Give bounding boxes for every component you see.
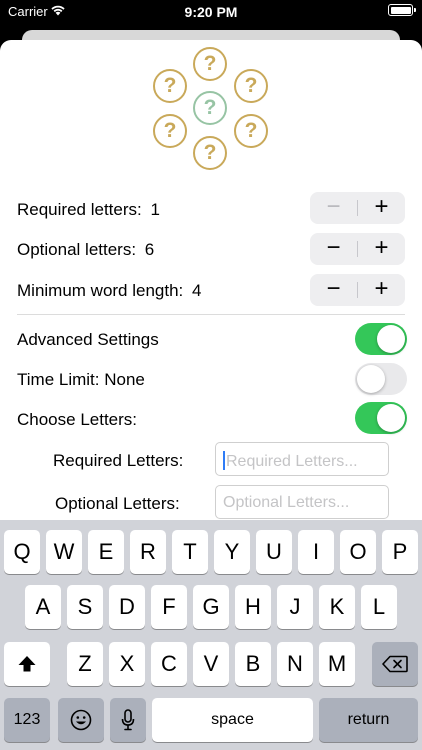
status-bar: Carrier 9:20 PM xyxy=(0,0,422,24)
key-z[interactable]: Z xyxy=(67,642,103,686)
microphone-icon xyxy=(121,709,135,731)
key-j[interactable]: J xyxy=(277,585,313,629)
letter-slot-top: ? xyxy=(193,47,227,81)
key-t[interactable]: T xyxy=(172,530,208,574)
required-letters-increment-button[interactable]: + xyxy=(358,192,405,224)
shift-icon xyxy=(18,656,36,672)
required-letters-label: Required letters: xyxy=(17,200,142,219)
letter-slot-lower-left: ? xyxy=(153,114,187,148)
section-divider xyxy=(17,314,405,315)
key-m[interactable]: M xyxy=(319,642,355,686)
key-v[interactable]: V xyxy=(193,642,229,686)
required-letters-decrement-button[interactable]: − xyxy=(310,192,357,224)
numbers-key[interactable]: 123 xyxy=(4,698,50,742)
min-word-length-value: 4 xyxy=(192,281,202,300)
key-l[interactable]: L xyxy=(361,585,397,629)
return-key[interactable]: return xyxy=(319,698,418,742)
optional-letters-stepper: − + xyxy=(310,233,405,265)
advanced-settings-toggle[interactable] xyxy=(355,323,407,355)
letter-slot-upper-right: ? xyxy=(234,69,268,103)
min-word-length-row: Minimum word length: 4 xyxy=(17,281,201,301)
min-word-length-label: Minimum word length: xyxy=(17,281,184,300)
choose-letters-toggle[interactable] xyxy=(355,402,407,434)
backspace-icon xyxy=(382,655,408,673)
min-word-length-stepper: − + xyxy=(310,274,405,306)
emoji-key[interactable] xyxy=(58,698,104,742)
dictation-key[interactable] xyxy=(110,698,146,742)
choose-letters-label: Choose Letters: xyxy=(17,410,138,429)
key-h[interactable]: H xyxy=(235,585,271,629)
key-w[interactable]: W xyxy=(46,530,82,574)
key-q[interactable]: Q xyxy=(4,530,40,574)
optional-letters-field-label: Optional Letters: xyxy=(55,494,180,513)
optional-letters-decrement-button[interactable]: − xyxy=(310,233,357,265)
key-g[interactable]: G xyxy=(193,585,229,629)
key-k[interactable]: K xyxy=(319,585,355,629)
key-x[interactable]: X xyxy=(109,642,145,686)
toggle-knob xyxy=(377,325,405,353)
letter-slot-lower-right: ? xyxy=(234,114,268,148)
time-limit-label: Time Limit: None xyxy=(17,370,145,389)
required-letters-field-label: Required Letters: xyxy=(53,451,184,470)
battery-icon xyxy=(388,4,416,16)
settings-sheet: ? ? ? ? ? ? ? Required letters: 1 − + Op… xyxy=(0,40,422,520)
key-p[interactable]: P xyxy=(382,530,418,574)
shift-key[interactable] xyxy=(4,642,50,686)
letter-slot-upper-left: ? xyxy=(153,69,187,103)
key-r[interactable]: R xyxy=(130,530,166,574)
optional-letters-increment-button[interactable]: + xyxy=(358,233,405,265)
advanced-settings-label: Advanced Settings xyxy=(17,330,159,349)
toggle-knob xyxy=(357,365,385,393)
toggle-knob xyxy=(377,404,405,432)
delete-key[interactable] xyxy=(372,642,418,686)
required-letters-row: Required letters: 1 xyxy=(17,200,160,220)
optional-letters-value: 6 xyxy=(144,240,155,259)
optional-letters-label: Optional letters: xyxy=(17,240,137,259)
key-d[interactable]: D xyxy=(109,585,145,629)
emoji-icon xyxy=(70,709,92,731)
text-cursor xyxy=(223,451,225,470)
optional-letters-row: Optional letters: 6 xyxy=(17,240,154,260)
key-f[interactable]: F xyxy=(151,585,187,629)
letter-slot-center: ? xyxy=(193,91,227,125)
key-y[interactable]: Y xyxy=(214,530,250,574)
optional-letters-input[interactable]: Optional Letters... xyxy=(215,485,389,519)
optional-letters-placeholder: Optional Letters... xyxy=(223,494,350,511)
required-letters-input[interactable]: Required Letters... xyxy=(215,442,389,476)
keyboard: Q W E R T Y U I O P A S D F G H J K L Z … xyxy=(0,520,422,750)
key-b[interactable]: B xyxy=(235,642,271,686)
min-word-length-decrement-button[interactable]: − xyxy=(310,274,357,306)
key-e[interactable]: E xyxy=(88,530,124,574)
required-letters-value: 1 xyxy=(150,200,160,219)
min-word-length-increment-button[interactable]: + xyxy=(358,274,405,306)
space-key[interactable]: space xyxy=(152,698,313,742)
clock: 9:20 PM xyxy=(184,4,238,20)
time-limit-toggle[interactable] xyxy=(355,363,407,395)
key-a[interactable]: A xyxy=(25,585,61,629)
key-n[interactable]: N xyxy=(277,642,313,686)
key-u[interactable]: U xyxy=(256,530,292,574)
required-letters-stepper: − + xyxy=(310,192,405,224)
key-i[interactable]: I xyxy=(298,530,334,574)
letter-slot-bottom: ? xyxy=(193,136,227,170)
key-s[interactable]: S xyxy=(67,585,103,629)
required-letters-placeholder: Required Letters... xyxy=(226,453,358,470)
key-c[interactable]: C xyxy=(151,642,187,686)
puzzle-preview: ? ? ? ? ? ? ? xyxy=(0,40,422,180)
key-o[interactable]: O xyxy=(340,530,376,574)
